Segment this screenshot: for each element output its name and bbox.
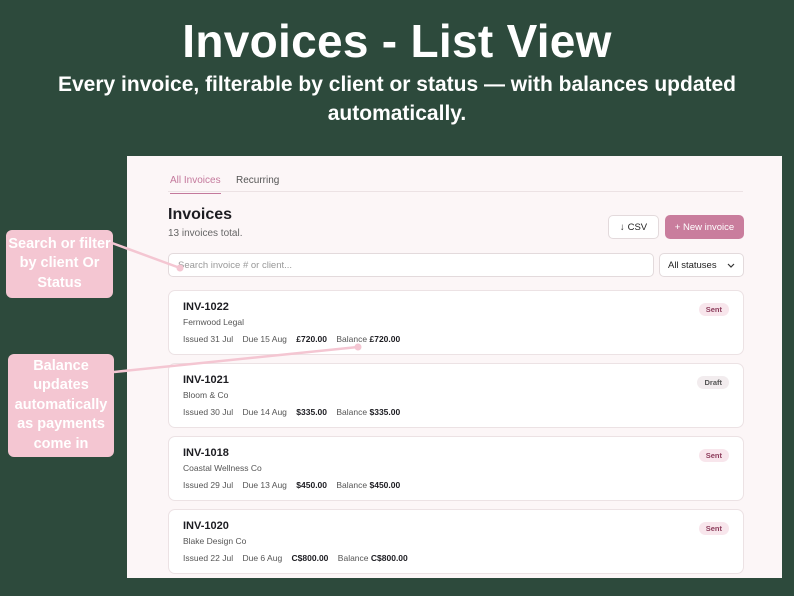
invoice-client: Blake Design Co [183,536,247,546]
invoice-balance: £720.00 [369,334,401,344]
invoice-balance: $450.00 [369,480,401,490]
tab-all-invoices[interactable]: All Invoices [170,175,221,194]
invoice-amount: $450.00 [296,480,328,490]
status-badge: Draft [697,376,729,389]
invoice-card[interactable]: INV-1021 Bloom & Co Issued 30 Jul Due 14… [168,363,744,428]
balance-label: Balance [337,553,369,563]
invoice-meta: Issued 29 Jul Due 13 Aug $450.00 Balance… [183,480,400,490]
chevron-down-icon [727,263,735,268]
status-badge: Sent [698,449,729,462]
balance-label: Balance [336,334,368,344]
invoice-amount: C$800.00 [291,553,329,563]
status-badge: Sent [698,303,729,316]
invoice-balance: $335.00 [369,407,401,417]
hero-title: Invoices - List View [182,15,612,67]
invoice-number: INV-1021 [183,374,229,386]
invoice-meta: Issued 22 Jul Due 6 Aug C$800.00 Balance… [183,553,408,563]
csv-label: CSV [627,221,648,233]
invoice-amount: £720.00 [296,334,328,344]
invoice-meta: Issued 31 Jul Due 15 Aug £720.00 Balance… [183,334,400,344]
tab-bar: All Invoices Recurring [168,156,743,194]
invoice-due: Due 6 Aug [242,553,283,563]
new-invoice-button[interactable]: + New invoice [665,215,744,239]
invoice-due: Due 15 Aug [242,334,287,344]
arrow-down-icon: ↓ [619,221,625,233]
invoice-client: Bloom & Co [183,390,229,400]
invoice-card[interactable]: INV-1018 Coastal Wellness Co Issued 29 J… [168,436,744,501]
invoice-card[interactable]: INV-1020 Blake Design Co Issued 22 Jul D… [168,509,744,574]
invoice-issued: Issued 30 Jul [183,407,234,417]
status-filter-select[interactable]: All statuses [659,253,744,277]
balance-label: Balance [336,480,368,490]
page-title: Invoices [168,206,233,223]
invoice-issued: Issued 31 Jul [183,334,234,344]
invoice-amount: $335.00 [296,407,328,417]
invoice-balance: C$800.00 [370,553,408,563]
invoice-due: Due 14 Aug [242,407,287,417]
invoice-number: INV-1018 [183,447,229,459]
app-panel: All Invoices Recurring Invoices 13 invoi… [127,156,782,578]
search-input[interactable]: Search invoice # or client... [168,253,654,277]
search-filter-callout: Search or filter by client Or Status [6,230,113,298]
hero-subtitle: Every invoice, filterable by client or s… [57,73,737,125]
invoice-issued: Issued 22 Jul [183,553,234,563]
invoice-number: INV-1022 [183,301,229,313]
invoice-card[interactable]: INV-1022 Fernwood Legal Issued 31 Jul Du… [168,290,744,355]
invoice-issued: Issued 29 Jul [183,480,234,490]
invoice-due: Due 13 Aug [242,480,287,490]
tab-recurring[interactable]: Recurring [236,175,279,193]
invoice-client: Fernwood Legal [183,317,244,327]
invoice-client: Coastal Wellness Co [183,463,262,473]
balance-label: Balance [336,407,368,417]
balance-callout: Balance updates automatically as payment… [8,354,114,457]
invoice-meta: Issued 30 Jul Due 14 Aug $335.00 Balance… [183,407,400,417]
status-filter-value: All statuses [668,259,717,271]
csv-export-button[interactable]: ↓ CSV [608,215,659,239]
search-placeholder: Search invoice # or client... [178,259,293,271]
invoice-count: 13 invoices total. [168,228,243,239]
status-badge: Sent [698,522,729,535]
invoice-number: INV-1020 [183,520,229,532]
